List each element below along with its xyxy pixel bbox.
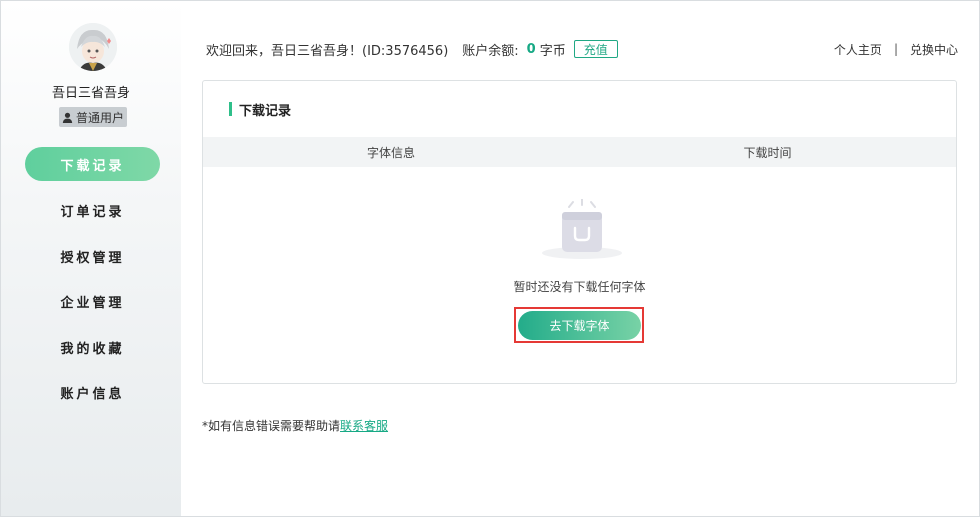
avatar[interactable] <box>69 23 117 71</box>
user-level-badge: 普通用户 <box>59 107 127 127</box>
sidebar-item-account-info[interactable]: 账户信息 <box>25 375 160 409</box>
help-note: *如有信息错误需要帮助请联系客服 <box>202 417 388 434</box>
sidebar-item-order-records[interactable]: 订单记录 <box>25 193 160 227</box>
header-links: 个人主页 | 兑换中心 <box>834 40 958 58</box>
table-header: 字体信息 下载时间 <box>203 137 956 167</box>
balance-value: 0 <box>526 41 536 57</box>
sidebar-item-enterprise-management[interactable]: 企业管理 <box>25 284 160 318</box>
balance-unit: 字币 <box>539 43 566 59</box>
sidebar: 吾日三省吾身 普通用户 下载记录 订单记录 授权管理 企业管理 我的收藏 账户信… <box>1 1 181 516</box>
header-separator: | <box>893 42 898 56</box>
title-accent-bar <box>229 102 232 116</box>
go-download-fonts-button[interactable]: 去下载字体 <box>518 311 641 340</box>
avatar-image <box>69 23 117 71</box>
sidebar-item-my-favorites[interactable]: 我的收藏 <box>25 330 160 364</box>
download-records-panel: 下载记录 字体信息 下载时间 暂时还没有下载任何字体 去下载字体 <box>202 80 957 384</box>
empty-box-icon <box>539 198 625 259</box>
recharge-button[interactable]: 充值 <box>573 40 618 58</box>
personal-homepage-link[interactable]: 个人主页 <box>834 41 882 58</box>
user-icon <box>62 112 73 123</box>
username: 吾日三省吾身 <box>51 86 130 101</box>
contact-support-link[interactable]: 联系客服 <box>340 419 388 433</box>
account-summary: 欢迎回来，吾日三省吾身！(ID:3576456) 账户余额: 0 字币 充值 <box>206 40 618 59</box>
panel-title: 下载记录 <box>229 101 292 119</box>
empty-state-text: 暂时还没有下载任何字体 <box>513 280 646 294</box>
welcome-text: 欢迎回来，吾日三省吾身！(ID:3576456) <box>206 43 449 59</box>
exchange-center-link[interactable]: 兑换中心 <box>910 41 958 58</box>
user-level-label: 普通用户 <box>75 110 124 125</box>
column-download-time: 下载时间 <box>743 145 792 160</box>
sidebar-item-download-records[interactable]: 下载记录 <box>25 147 160 181</box>
panel-title-text: 下载记录 <box>239 103 292 119</box>
balance-label: 账户余额: <box>462 43 519 59</box>
sidebar-item-license-management[interactable]: 授权管理 <box>25 239 160 273</box>
help-note-text: *如有信息错误需要帮助请 <box>202 419 341 433</box>
column-font-info: 字体信息 <box>366 145 415 160</box>
